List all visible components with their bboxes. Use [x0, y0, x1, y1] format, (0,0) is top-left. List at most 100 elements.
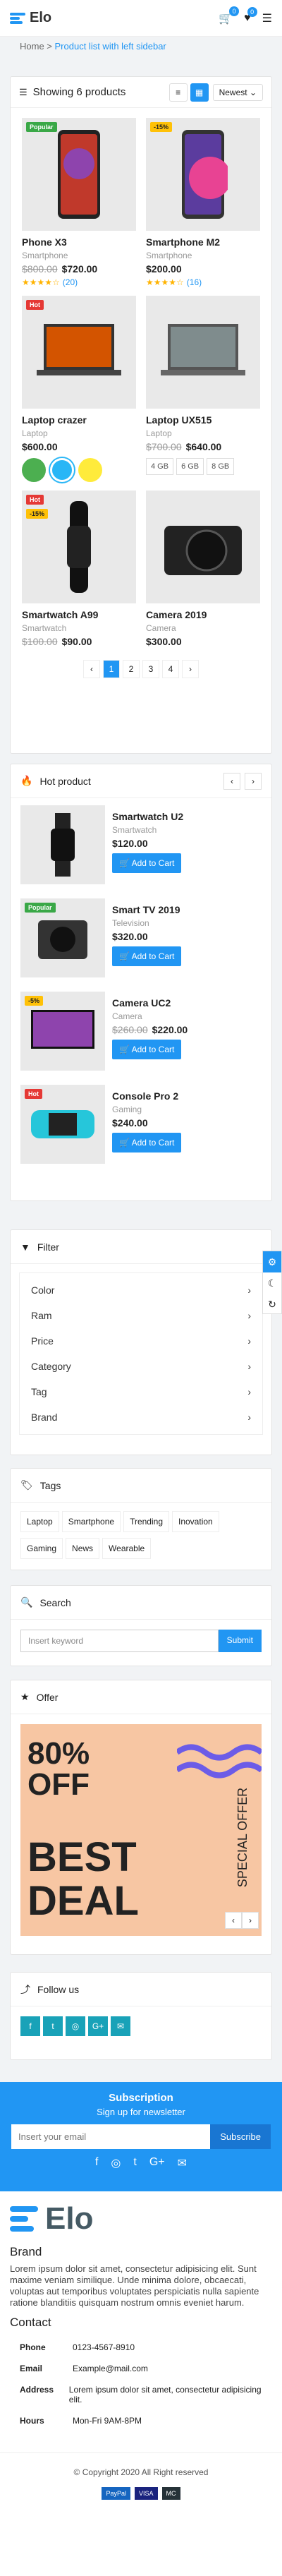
product-category: Camera [146, 623, 176, 633]
showing-count: Showing 6 products [32, 86, 126, 98]
app-header: Elo 🛒 0 ♥ 0 ☰ [0, 0, 282, 37]
product-card[interactable]: -15% Smartphone M2 Smartphone $200.00 ★★… [146, 118, 260, 287]
product-price: $300.00 [146, 636, 182, 647]
product-image[interactable]: Popular [22, 118, 136, 231]
logo-text: Elo [30, 10, 52, 25]
wave-decoration [177, 1744, 262, 1778]
add-to-cart-button[interactable]: 🛒 Add to Cart [112, 853, 182, 873]
product-card[interactable]: Hot Laptop crazer Laptop $600.00 [22, 296, 136, 482]
next-page[interactable]: › [182, 660, 199, 678]
subscribe-button[interactable]: Subscribe [210, 2124, 271, 2149]
product-image[interactable]: Hot -15% [22, 490, 136, 603]
logo[interactable]: Elo [10, 10, 51, 26]
sort-select[interactable]: Newest ⌄ [212, 83, 263, 101]
hot-item: -5% Camera UC2 Camera $260.00 $220.00 🛒 Add … [11, 985, 271, 1078]
phone-image [182, 130, 228, 219]
hot-title: Hot product [39, 775, 91, 787]
refresh-icon[interactable]: ↻ [263, 1294, 281, 1315]
email-input[interactable]: Insert your email [11, 2124, 211, 2149]
product-category: Smartwatch [22, 623, 67, 633]
product-image[interactable]: -15% [146, 118, 260, 231]
product-card[interactable]: Popular Phone X3 Smartphone $800.00 $720.… [22, 118, 136, 287]
cart-icon[interactable]: 🛒 0 [219, 6, 240, 25]
hot-image[interactable] [20, 805, 105, 884]
offer-panel: ★ Offer 80% OFF BEST DEAL SPECIAL OFFER ‹… [10, 1680, 272, 1955]
filter-category[interactable]: Category › [20, 1354, 262, 1379]
wish-badge: 0 [247, 6, 257, 17]
offer-prev[interactable]: ‹ [225, 1912, 242, 1929]
product-card[interactable]: Hot -15% Smartwatch A99 Smartwatch $100.0… [22, 490, 136, 647]
logo-mark [10, 2205, 38, 2233]
watch-image [67, 501, 91, 593]
product-category: Laptop [146, 428, 172, 438]
filter-price[interactable]: Price › [20, 1328, 262, 1354]
hot-item: Hot Console Pro 2 Gaming $240.00 🛒 Add to C… [11, 1078, 271, 1171]
filter-tag[interactable]: Tag › [20, 1379, 262, 1404]
product-image[interactable] [146, 490, 260, 603]
facebook-icon[interactable]: f [20, 2016, 40, 2036]
filter-ram[interactable]: Ram › [20, 1303, 262, 1328]
color-yellow[interactable] [78, 458, 102, 482]
heart-icon[interactable]: ♥ 0 [244, 6, 257, 25]
page-4[interactable]: 4 [162, 660, 179, 678]
product-list: ☰ Showing 6 products ≡ ▦ Newest ⌄ Popula… [10, 76, 272, 754]
product-image[interactable] [146, 296, 260, 409]
product-name: Laptop UX515 [146, 414, 212, 426]
list-view-button[interactable]: ≡ [168, 83, 188, 102]
product-category: Laptop [22, 428, 48, 438]
laptop-image [161, 324, 245, 375]
product-card[interactable]: Camera 2019 Camera $300.00 [146, 490, 260, 647]
product-image[interactable]: Hot [22, 296, 136, 409]
menu-icon[interactable]: ☰ [262, 11, 272, 25]
prev-page[interactable]: ‹ [83, 660, 100, 678]
logo-mark [10, 12, 25, 24]
follow-panel: ⤴ Follow us f t ◎ G+ ✉ [10, 1972, 272, 2060]
filter-brand[interactable]: Brand › [20, 1404, 262, 1430]
filter-color[interactable]: Color › [20, 1277, 262, 1303]
hot-prev[interactable]: ‹ [223, 772, 240, 790]
instagram-icon[interactable]: ◎ [111, 2156, 121, 2170]
tags-panel: 🏷 Tags Laptop Smartphone Trending InovationG… [10, 1468, 272, 1570]
google-icon[interactable]: G+ [149, 2156, 165, 2170]
page-3[interactable]: 3 [142, 660, 159, 678]
instagram-icon[interactable]: ◎ [66, 2016, 85, 2036]
grid-view-button[interactable]: ▦ [190, 83, 209, 102]
google-icon[interactable]: G+ [88, 2016, 108, 2036]
twitter-icon[interactable]: t [43, 2016, 63, 2036]
hot-image[interactable]: Popular [20, 898, 105, 977]
breadcrumb-home[interactable]: Home [20, 41, 44, 52]
page-1[interactable]: 1 [103, 660, 120, 678]
product-card[interactable]: Laptop UX515 Laptop $700.00 $640.00 4 GB 6… [146, 296, 260, 482]
pagination: ‹ 1 2 3 4 › [11, 647, 271, 691]
search-icon: 🔍 [20, 1596, 33, 1608]
color-blue[interactable] [50, 458, 74, 482]
product-price: $800.00 $720.00 [22, 263, 98, 275]
add-to-cart-button[interactable]: 🛒 Add to Cart [112, 946, 182, 966]
hot-image[interactable]: -5% [20, 992, 105, 1071]
add-to-cart-button[interactable]: 🛒 Add to Cart [112, 1040, 182, 1059]
fire-icon: 🔥 [20, 775, 33, 786]
mail-icon[interactable]: ✉ [111, 2016, 130, 2036]
moon-icon[interactable]: ☾ [263, 1272, 281, 1294]
offer-next[interactable]: › [242, 1912, 259, 1929]
color-green[interactable] [22, 458, 46, 482]
gear-icon[interactable]: ⚙ [263, 1251, 281, 1272]
newsletter: Subscription Sign up for newsletter Inse… [0, 2082, 282, 2191]
settings-sidebar: ⚙ ☾ ↻ [262, 1251, 282, 1314]
hot-item: Popular Smart TV 2019 Television $320.00 🛒 … [11, 891, 271, 985]
facebook-icon[interactable]: f [95, 2156, 98, 2170]
hot-image[interactable]: Hot [20, 1085, 105, 1164]
mail-icon[interactable]: ✉ [178, 2156, 187, 2170]
offer-banner[interactable]: 80% OFF BEST DEAL SPECIAL OFFER ‹ › [20, 1724, 262, 1936]
footer: Elo Brand Lorem ipsum dolor sit amet, co… [0, 2191, 282, 2576]
hot-next[interactable]: › [245, 772, 262, 790]
page-2[interactable]: 2 [123, 660, 140, 678]
search-input[interactable]: Insert keyword [20, 1630, 219, 1652]
product-tag-discount: -15% [26, 509, 49, 519]
product-name: Smartphone M2 [146, 236, 221, 248]
add-to-cart-button[interactable]: 🛒 Add to Cart [112, 1133, 182, 1152]
submit-button[interactable]: Submit [218, 1630, 262, 1652]
twitter-icon[interactable]: t [133, 2156, 136, 2170]
star-icon: ★ [20, 1691, 30, 1702]
product-tag: Hot [26, 495, 44, 505]
